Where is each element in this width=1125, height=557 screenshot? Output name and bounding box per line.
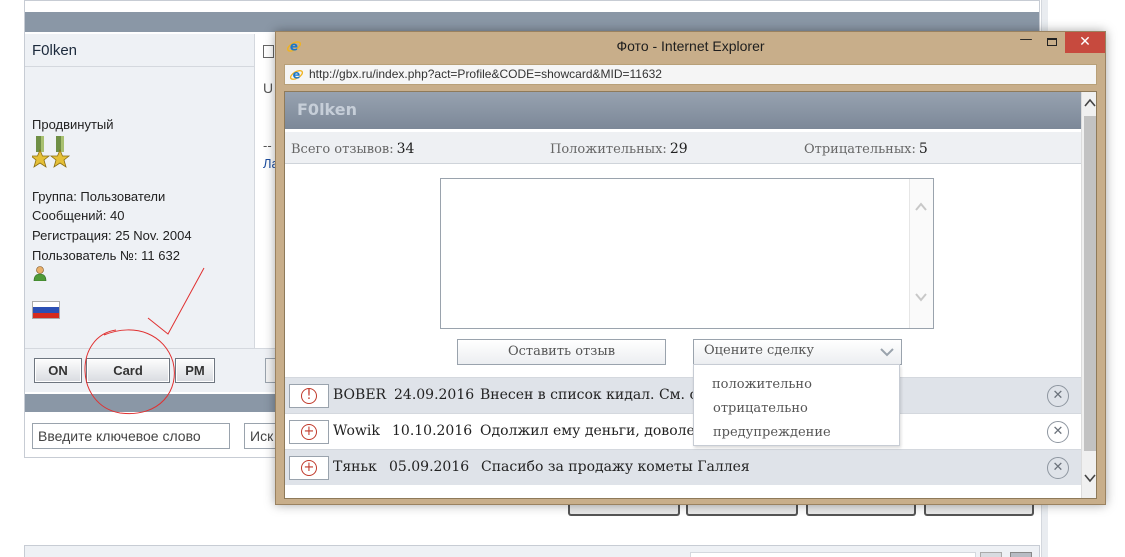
- svg-text:e: e: [293, 69, 301, 82]
- russia-flag-icon: [32, 301, 60, 319]
- review-type-badge: +: [289, 420, 329, 444]
- author-rank: Продвинутый: [32, 117, 114, 132]
- rate-deal-select[interactable]: Оцените сделку: [693, 339, 902, 365]
- review-user[interactable]: BOBER: [333, 387, 386, 403]
- rate-dropdown-menu: положительно отрицательно предупреждение: [693, 364, 900, 446]
- review-text: Спасибо за продажу кометы Галлея: [481, 459, 750, 475]
- review-row: ! BOBER 24.09.2016 Внесен в список кидал…: [285, 377, 1081, 413]
- rate-option-warning[interactable]: предупреждение: [713, 425, 831, 440]
- ie-popup-window: e Фото - Internet Explorer — ✕ e http://…: [275, 31, 1106, 505]
- scrollbar-thumb[interactable]: [1084, 116, 1096, 451]
- remove-review-button[interactable]: ✕: [1047, 457, 1069, 479]
- rate-select-value: Оцените сделку: [704, 343, 815, 358]
- internet-explorer-icon: e: [289, 69, 304, 82]
- scroll-up-icon[interactable]: [1084, 97, 1096, 109]
- plus-icon: +: [301, 460, 317, 476]
- review-row: + Тяньк 05.09.2016 Спасибо за продажу ко…: [285, 449, 1081, 485]
- rate-option-negative[interactable]: отрицательно: [713, 401, 808, 416]
- review-user[interactable]: Тяньк: [333, 459, 377, 475]
- maximize-button[interactable]: [1039, 32, 1065, 53]
- author-username[interactable]: F0lken: [32, 42, 77, 59]
- pm-button[interactable]: PM: [175, 358, 215, 383]
- feedback-textarea[interactable]: [440, 178, 934, 329]
- post-icon: [263, 45, 274, 58]
- maximize-icon: [1047, 38, 1057, 46]
- stat-positive-value: 29: [669, 141, 688, 157]
- review-type-badge: !: [289, 384, 329, 408]
- stat-total: Всего отзывов: 34: [291, 141, 414, 157]
- stat-positive-label: Положительных:: [550, 142, 667, 157]
- post-text-fragment: U: [263, 80, 274, 96]
- on-button[interactable]: ON: [34, 358, 82, 383]
- post-header-band: [25, 12, 1039, 32]
- review-date: 05.09.2016: [389, 459, 470, 475]
- submit-review-button[interactable]: Оставить отзыв: [457, 339, 666, 365]
- author-registration: Регистрация: 25 Nov. 2004: [32, 228, 192, 243]
- warning-icon: !: [301, 388, 317, 404]
- review-text: Одолжил ему деньги, доволен: [480, 423, 705, 439]
- scroll-down-icon[interactable]: [1084, 472, 1096, 484]
- search-input[interactable]: Введите ключевое слово: [32, 423, 230, 449]
- window-titlebar[interactable]: e Фото - Internet Explorer — ✕: [276, 32, 1105, 60]
- review-user[interactable]: Wowik: [333, 423, 380, 439]
- review-type-badge: +: [289, 456, 329, 480]
- review-date: 24.09.2016: [394, 387, 475, 403]
- chevron-up-icon[interactable]: [915, 201, 927, 213]
- popup-scrollbar[interactable]: [1081, 92, 1096, 498]
- plus-icon: +: [301, 424, 317, 440]
- card-title: F0lken: [297, 100, 357, 119]
- review-row: + Wowik 10.10.2016 Одолжил ему деньги, д…: [285, 413, 1081, 449]
- textarea-scrollbar[interactable]: [909, 179, 933, 328]
- stat-total-value: 34: [396, 141, 415, 157]
- stat-negative-value: 5: [918, 141, 928, 157]
- rate-option-positive[interactable]: положительно: [712, 377, 812, 392]
- url-text: http://gbx.ru/index.php?act=Profile&CODE…: [309, 67, 662, 81]
- card-button[interactable]: Card: [86, 358, 170, 383]
- stat-negative-label: Отрицательных:: [804, 142, 916, 157]
- ie-content: F0lken Всего отзывов: 34 Положительных: 29…: [284, 91, 1097, 499]
- author-posts: Сообщений: 40: [32, 208, 125, 223]
- address-bar[interactable]: e http://gbx.ru/index.php?act=Profile&CO…: [284, 64, 1097, 85]
- reviews-stats: Всего отзывов: 34 Положительных: 29 Отрица…: [285, 132, 1081, 164]
- rank-medals-icon: [32, 136, 71, 168]
- review-text: Внесен в список кидал. См. сс: [480, 387, 706, 403]
- next-post-field: [690, 552, 976, 557]
- user-online-icon: [33, 266, 47, 281]
- chevron-down-icon: [880, 348, 894, 357]
- window-title: Фото - Internet Explorer: [616, 38, 765, 54]
- stat-negative: Отрицательных: 5: [804, 141, 928, 157]
- card-header: F0lken: [285, 92, 1081, 129]
- review-date: 10.10.2016: [392, 423, 473, 439]
- author-group: Группа: Пользователи: [32, 189, 166, 204]
- close-window-button[interactable]: ✕: [1065, 32, 1105, 53]
- author-user-number: Пользователь №: 11 632: [32, 248, 180, 263]
- stat-positive: Положительных: 29: [550, 141, 688, 157]
- divider: [25, 66, 255, 67]
- minimize-button[interactable]: —: [1013, 32, 1039, 53]
- chevron-down-icon[interactable]: [915, 291, 927, 303]
- signature-divider: --: [263, 138, 272, 153]
- remove-review-button[interactable]: ✕: [1047, 421, 1069, 443]
- next-post-control[interactable]: [980, 552, 1002, 557]
- remove-review-button[interactable]: ✕: [1047, 385, 1069, 407]
- next-post-control[interactable]: [1010, 552, 1032, 557]
- stat-total-label: Всего отзывов:: [291, 142, 394, 157]
